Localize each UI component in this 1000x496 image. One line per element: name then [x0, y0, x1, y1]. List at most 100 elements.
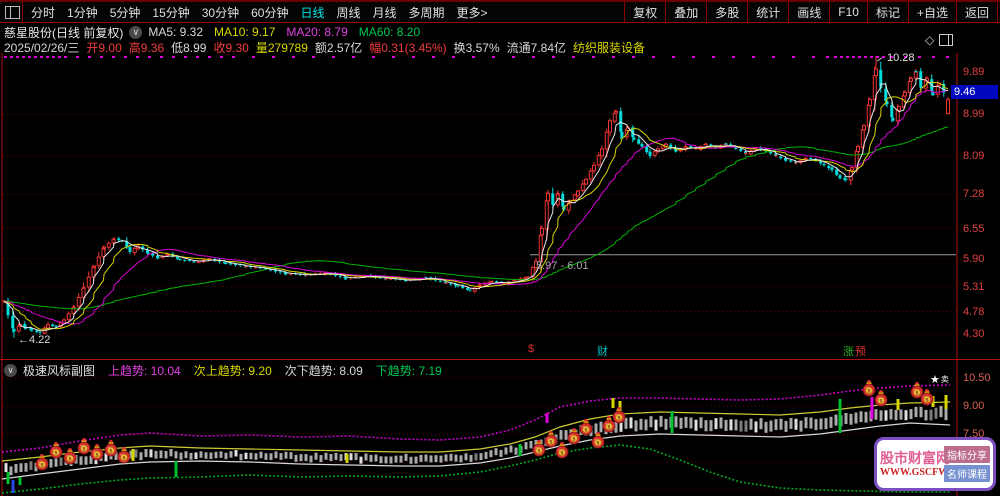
menu-item-30分钟[interactable]: 30分钟 — [196, 4, 245, 21]
diamond-icon[interactable]: ◇ — [925, 33, 934, 47]
quote-field-3: 低8.99 — [171, 41, 207, 55]
watermark-site-name: 股市财富网 — [880, 449, 950, 466]
watermark: 股市财富网 WWW.GSCFW.COM 指标分享 名师课程 — [874, 437, 996, 491]
chevron-down-icon[interactable]: ∨ — [129, 25, 143, 39]
sell-signal-star: ★卖 — [930, 374, 949, 386]
money-bag-icon: $ — [77, 438, 91, 455]
menu-item-分时[interactable]: 分时 — [25, 4, 61, 21]
menu-item-返回[interactable]: 返回 — [959, 4, 995, 21]
tools-menu: 复权 叠加 多股 统计 画线 F10 标记 +自选 返回 — [622, 2, 1000, 22]
menu-item-+自选[interactable]: +自选 — [911, 4, 954, 21]
menu-item-60分钟[interactable]: 60分钟 — [245, 4, 294, 21]
price-axis-label: 4.30 — [963, 328, 985, 340]
star-icon: ★ — [930, 374, 940, 386]
candles — [2, 56, 950, 338]
svg-text:$: $ — [82, 446, 86, 452]
quote-field-4: 收9.30 — [213, 41, 249, 55]
ma-legend-item-1: MA10: 9.17 — [214, 25, 276, 39]
menu-divider — [665, 2, 667, 22]
quote-field-7: 幅0.31(3.45%) — [369, 41, 447, 55]
sub-bars — [4, 405, 948, 476]
sub-legend-item-0: 上趋势: 10.04 — [108, 363, 181, 378]
menu-item-标记[interactable]: 标记 — [870, 4, 906, 21]
svg-text:$: $ — [879, 398, 883, 404]
sub-accent-bars — [6, 395, 948, 493]
watermark-url: WWW.GSCFW.COM — [880, 467, 975, 479]
menu-item-叠加[interactable]: 叠加 — [668, 4, 704, 21]
quote-field-2: 高9.36 — [128, 41, 165, 55]
svg-text:$: $ — [572, 436, 576, 442]
svg-text:$: $ — [95, 452, 99, 458]
menu-divider — [624, 2, 626, 22]
svg-text:$: $ — [549, 439, 553, 445]
svg-text:$: $ — [617, 415, 621, 421]
menu-item-日线[interactable]: 日线 — [294, 4, 330, 21]
quote-field-1: 开9.00 — [86, 41, 122, 55]
price-axis-label: 5.31 — [963, 280, 985, 293]
trend-bands — [1, 384, 951, 494]
quote-field-6: 额2.57亿 — [314, 41, 363, 55]
menu-divider — [955, 2, 957, 22]
menu-item-复权[interactable]: 复权 — [627, 4, 663, 21]
menu-item-5分钟[interactable]: 5分钟 — [104, 4, 147, 21]
ma-legend-item-0: MA5: 9.32 — [148, 25, 204, 39]
support-level-annotation: 5.97 - 6.01 — [536, 260, 589, 272]
low-price-annotation: ←4.22 — [18, 334, 51, 346]
menu-item-多股[interactable]: 多股 — [709, 4, 745, 21]
money-bag-icon: $ — [90, 444, 104, 461]
money-bag-icon: $ — [544, 431, 558, 448]
chevron-down-icon[interactable]: ∨ — [4, 363, 17, 377]
menu-item-月线[interactable]: 月线 — [367, 4, 403, 21]
signal-mark: 预 — [855, 346, 866, 358]
high-price-annotation: 10.28 — [887, 52, 915, 64]
window-split-icon[interactable] — [5, 5, 20, 19]
svg-text:$: $ — [607, 424, 611, 430]
menu-item-多周期[interactable]: 多周期 — [403, 4, 451, 21]
menu-item-统计[interactable]: 统计 — [750, 4, 786, 21]
price-axis-label: 7.28 — [963, 188, 985, 201]
sub-indicator-legend: 上趋势: 10.04 次上趋势: 9.20 次下趋势: 8.09 下趋势: 7.19 — [108, 362, 455, 379]
signal-mark: $ — [528, 343, 535, 355]
menu-item-更多>[interactable]: 更多> — [451, 4, 494, 21]
ma-legend: MA5: 9.32 MA10: 9.17 MA20: 8.79 MA60: 8.20 — [148, 25, 431, 39]
menu-divider — [997, 2, 998, 22]
sub-axis-label: 9.00 — [963, 400, 985, 412]
pane-split-icon[interactable] — [939, 34, 954, 46]
svg-text:$: $ — [537, 448, 541, 454]
signal-mark: 涨 — [843, 346, 854, 358]
menu-item-周线[interactable]: 周线 — [330, 4, 366, 21]
stock-title: 慈星股份(日线 前复权) — [4, 25, 124, 40]
period-menu: 分时 1分钟 5分钟 15分钟 30分钟 60分钟 日线 周线 月线 多周期 更多> — [25, 2, 494, 22]
price-axis-label: 5.90 — [963, 253, 985, 265]
chart-corner-icons: ◇ — [925, 33, 954, 47]
menu-item-15分钟[interactable]: 15分钟 — [146, 4, 195, 21]
money-bag-icon: $ — [591, 432, 605, 449]
signal-mark: 财 — [597, 346, 608, 358]
menu-divider — [907, 2, 909, 22]
price-axis-label: 8.09 — [963, 150, 985, 163]
menu-item-画线[interactable]: 画线 — [791, 4, 827, 21]
ma-lines — [3, 77, 949, 332]
sub-indicator-header: ∨ 极速风标副图 上趋势: 10.04 次上趋势: 9.20 次下趋势: 8.09 下… — [4, 362, 455, 378]
menubar-divider — [22, 2, 23, 22]
ma-legend-item-2: MA20: 8.79 — [286, 25, 348, 39]
svg-text:$: $ — [867, 388, 871, 394]
svg-text:$: $ — [54, 450, 58, 456]
signal-dots — [4, 56, 949, 58]
money-bag-icon: $ — [862, 380, 876, 397]
watermark-badge-1: 指标分享 — [944, 446, 990, 463]
chart-canvas[interactable]: $ $ $ $ $ $ $ $ $ $ $ $ $ $ $ $ $ $ $ — [0, 0, 1000, 496]
sub-legend-item-3: 下趋势: 7.19 — [375, 363, 442, 378]
menu-divider — [866, 2, 868, 22]
menu-item-1分钟[interactable]: 1分钟 — [61, 4, 104, 21]
svg-text:$: $ — [109, 448, 113, 454]
svg-text:$: $ — [596, 440, 600, 446]
svg-text:$: $ — [40, 462, 44, 468]
sub-legend-item-1: 次上趋势: 9.20 — [193, 363, 272, 378]
watermark-badge-2: 名师课程 — [944, 465, 990, 482]
menu-item-F10[interactable]: F10 — [832, 5, 865, 19]
menu-divider — [747, 2, 749, 22]
money-bag-icon: $ — [63, 448, 77, 465]
price-axis-label: 9.89 — [963, 66, 985, 78]
svg-text:$: $ — [584, 427, 588, 433]
